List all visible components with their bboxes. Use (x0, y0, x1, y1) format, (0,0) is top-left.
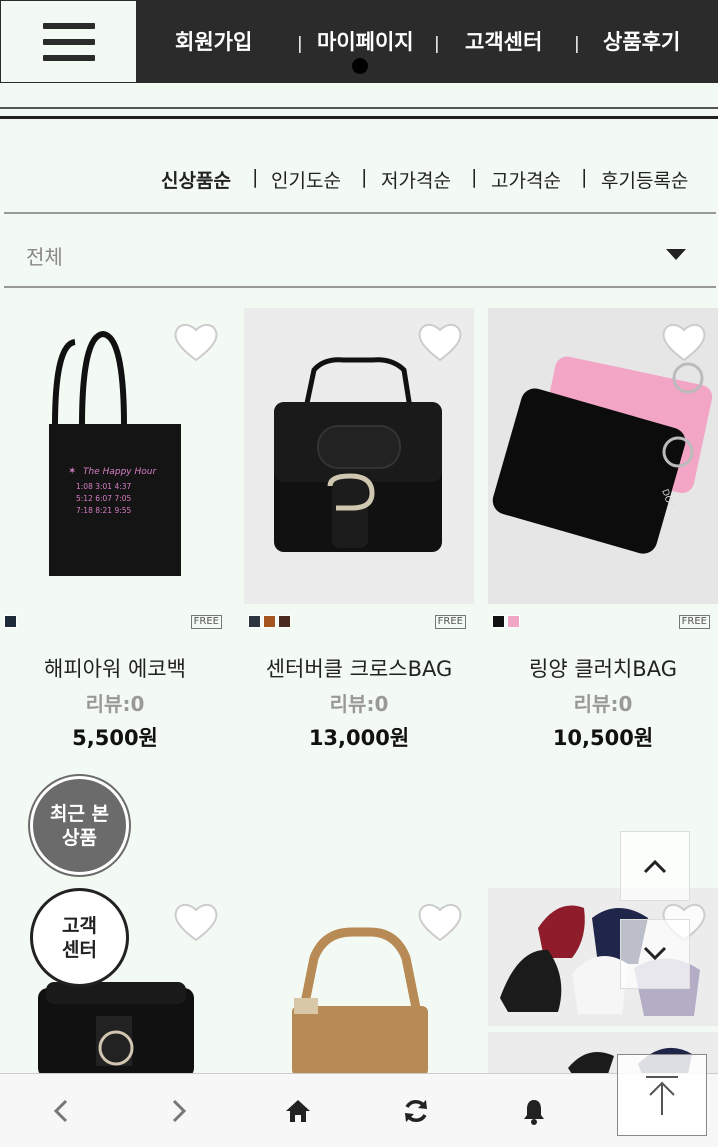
product-price: 10,500원 (552, 726, 654, 750)
notifications-button[interactable] (519, 1096, 549, 1126)
browser-toolbar (0, 1073, 718, 1147)
sort-high-price[interactable]: 고가격순 (491, 166, 561, 193)
free-size-badge: FREE (434, 615, 466, 629)
nav-divider: | (434, 34, 440, 54)
free-size-badge: FREE (190, 615, 222, 629)
svg-text:7:18 8:21 9:55: 7:18 8:21 9:55 (76, 506, 132, 515)
svg-text:✶: ✶ (68, 466, 76, 477)
review-count: 리뷰:0 (573, 692, 633, 716)
wishlist-heart-icon[interactable] (172, 320, 220, 364)
sort-newest[interactable]: 신상품순 (161, 166, 231, 193)
scroll-to-top-button[interactable] (617, 1054, 707, 1136)
review-count: 리뷰:0 (329, 692, 389, 716)
color-swatch (248, 615, 261, 628)
color-swatch (507, 615, 520, 628)
dropdown-arrow-icon (666, 249, 686, 260)
sort-low-price[interactable]: 저가격순 (381, 166, 451, 193)
scroll-down-button[interactable] (620, 919, 690, 989)
refresh-button[interactable] (401, 1096, 431, 1126)
color-swatch (492, 615, 505, 628)
bell-icon (524, 1100, 544, 1125)
home-icon (286, 1100, 310, 1122)
color-swatch (278, 615, 291, 628)
sort-popular[interactable]: 인기도순 (271, 166, 341, 193)
color-swatch (4, 615, 17, 628)
review-count: 리뷰:0 (85, 692, 145, 716)
nav-customer-center[interactable]: 고객센터 (465, 26, 542, 56)
sort-bar: 신상품순 | 인기도순 | 저가격순 | 고가격순 | 후기등록순 (0, 166, 718, 196)
product-name[interactable]: 센터버클 크로스BAG (244, 653, 474, 683)
wishlist-heart-icon[interactable] (172, 900, 220, 944)
scroll-up-button[interactable] (620, 831, 690, 901)
top-header: 회원가입 | 마이페이지 | 고객센터 | 상품후기 (0, 0, 718, 83)
nav-reviews[interactable]: 상품후기 (603, 26, 680, 56)
sort-divider: | (581, 166, 588, 188)
svg-text:5:12 6:07 7:05: 5:12 6:07 7:05 (76, 494, 132, 503)
product-price: 5,500원 (72, 726, 158, 750)
wishlist-heart-icon[interactable] (416, 320, 464, 364)
svg-text:The Happy Hour: The Happy Hour (83, 467, 157, 477)
free-size-badge: FREE (678, 615, 710, 629)
nav-mypage[interactable]: 마이페이지 (317, 26, 414, 56)
wishlist-heart-icon[interactable] (416, 900, 464, 944)
nav-signup[interactable]: 회원가입 (175, 26, 252, 56)
cs-label-line1: 고객 (62, 914, 97, 937)
sort-divider: | (252, 166, 259, 188)
sort-divider: | (361, 166, 368, 188)
sort-reviews[interactable]: 후기등록순 (601, 166, 688, 193)
product-name[interactable]: 링양 클러치BAG (488, 653, 718, 683)
recent-label-line1: 최근 본 (49, 802, 110, 825)
top-nav: 회원가입 | 마이페이지 | 고객센터 | 상품후기 (137, 0, 718, 83)
product-price: 13,000원 (308, 726, 410, 750)
category-select[interactable]: 전체 (4, 212, 716, 288)
color-swatches (4, 615, 17, 628)
back-button[interactable] (46, 1096, 76, 1126)
cs-label-line2: 센터 (62, 938, 97, 961)
nav-divider: | (297, 34, 303, 54)
recent-label-line2: 상품 (62, 826, 97, 849)
refresh-icon (405, 1100, 427, 1122)
forward-button[interactable] (164, 1096, 194, 1126)
product-image[interactable] (244, 888, 474, 1074)
arrow-up-to-top-icon (646, 1076, 678, 1115)
sort-divider: | (471, 166, 478, 188)
nav-divider: | (574, 34, 580, 54)
divider (0, 107, 718, 109)
customer-center-button[interactable]: 고객 센터 (30, 888, 129, 987)
color-swatches (248, 615, 291, 628)
chevron-right-icon (172, 1099, 187, 1123)
chevron-down-icon (643, 946, 667, 961)
product-name[interactable]: 해피아워 에코백 (0, 653, 230, 683)
color-swatches (492, 615, 520, 628)
svg-text:1:08 3:01 4:37: 1:08 3:01 4:37 (76, 482, 132, 491)
chevron-left-icon (53, 1099, 68, 1123)
category-select-value: 전체 (26, 245, 63, 269)
wishlist-heart-icon[interactable] (660, 320, 708, 364)
home-button[interactable] (283, 1096, 313, 1126)
recently-viewed-button[interactable]: 최근 본 상품 (30, 776, 129, 875)
nav-indicator-dot (352, 58, 368, 74)
divider (0, 116, 718, 119)
hamburger-icon (42, 22, 95, 61)
color-swatch (263, 615, 276, 628)
menu-button[interactable] (0, 0, 137, 83)
chevron-up-icon (643, 859, 667, 874)
